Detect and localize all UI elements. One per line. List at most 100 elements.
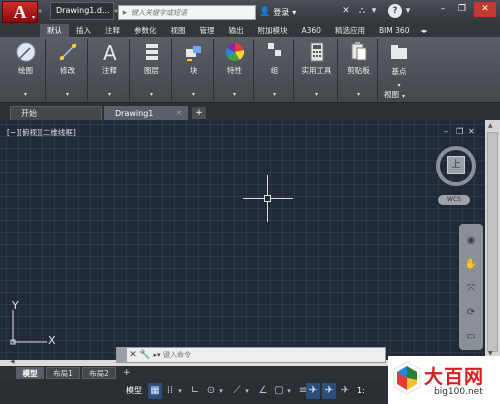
tab-view[interactable]: 视图 bbox=[164, 24, 193, 37]
drawing-canvas[interactable]: [−][俯视][二维线框] – ❐ ✕ 上 WCS ◉ ✋ ⤧ ⟳ ▭ Y X bbox=[0, 120, 485, 360]
tab-bim360[interactable]: BIM 360 bbox=[372, 24, 417, 37]
crosshair-pickbox bbox=[264, 195, 271, 202]
recent-commands-icon[interactable]: ▸▾ bbox=[151, 351, 163, 359]
panel-utilities[interactable]: 实用工具 ▾ bbox=[296, 39, 338, 101]
ortho-mode-icon[interactable]: ∟ bbox=[188, 383, 202, 399]
annotation-scale-value[interactable]: 1: bbox=[357, 383, 365, 399]
view-panel-chevron-icon[interactable]: ▾ bbox=[402, 93, 405, 100]
connect-chevron-icon[interactable]: ▾ bbox=[370, 4, 378, 19]
viewport-restore-icon[interactable]: ❐ bbox=[456, 127, 463, 136]
panel-clipboard[interactable]: 剪贴板 ▾ bbox=[340, 39, 378, 101]
object-snap-tracking-icon[interactable]: ∠ bbox=[256, 383, 270, 399]
polar-tracking-icon[interactable]: ⊙ bbox=[204, 383, 218, 399]
object-snap-chevron-icon[interactable]: ▾ bbox=[285, 383, 293, 399]
viewport-close-icon[interactable]: ✕ bbox=[468, 127, 475, 136]
exchange-icon[interactable]: ✕ bbox=[340, 4, 352, 19]
search-box[interactable]: ▸ bbox=[118, 5, 256, 20]
file-tab-start[interactable]: 开始 bbox=[10, 106, 102, 120]
panel-layers[interactable]: 图层 ▾ bbox=[132, 39, 172, 101]
panel-groups[interactable]: 组 ▾ bbox=[256, 39, 294, 101]
panel-modify[interactable]: 修改 ▾ bbox=[48, 39, 88, 101]
panel-utilities-chevron-icon[interactable]: ▾ bbox=[296, 91, 337, 98]
restore-button[interactable]: ❐ bbox=[453, 2, 471, 17]
zoom-extents-icon[interactable]: ⤧ bbox=[464, 282, 478, 296]
polar-tracking-chevron-icon[interactable]: ▾ bbox=[217, 383, 225, 399]
panel-annotation[interactable]: A 注释 ▾ bbox=[90, 39, 130, 101]
viewport-controls-label[interactable]: [−][俯视][二维线框] bbox=[7, 127, 76, 138]
ribbon-toggle-icon[interactable]: ◂▸ bbox=[416, 27, 427, 35]
new-layout-icon[interactable]: + bbox=[123, 368, 131, 378]
connect-icon[interactable]: ⛬ bbox=[355, 4, 369, 19]
grid-display-icon[interactable]: ▦ bbox=[148, 383, 162, 399]
scroll-up-icon[interactable]: ▲ bbox=[488, 122, 493, 129]
tab-manage[interactable]: 管理 bbox=[193, 24, 222, 37]
command-input[interactable] bbox=[163, 351, 363, 359]
view-panel-label[interactable]: 视图 bbox=[384, 89, 399, 100]
watermark-title: 大百网 bbox=[424, 366, 485, 388]
annotation-visibility-icon[interactable]: ✈ bbox=[306, 383, 320, 399]
customize-wrench-icon[interactable]: 🔧 bbox=[139, 350, 151, 360]
layout-tab-layout2[interactable]: 布局2 bbox=[82, 367, 116, 379]
panel-annotation-label: 注释 bbox=[102, 66, 117, 75]
command-line[interactable]: ✕ 🔧 ▸▾ bbox=[116, 347, 386, 363]
tab-output[interactable]: 输出 bbox=[222, 24, 251, 37]
panel-modify-chevron-icon[interactable]: ▾ bbox=[48, 91, 87, 98]
tab-featured-apps[interactable]: 精选应用 bbox=[328, 24, 372, 37]
help-chevron-icon[interactable]: ▾ bbox=[404, 4, 412, 19]
panel-annotation-chevron-icon[interactable]: ▾ bbox=[90, 91, 129, 98]
sign-in-button[interactable]: 👤 登录 ▾ bbox=[259, 5, 296, 19]
tab-annotate[interactable]: 注释 bbox=[98, 24, 127, 37]
document-title: Drawing1.d... bbox=[50, 2, 114, 20]
scroll-left-icon[interactable]: ◀ bbox=[10, 358, 15, 365]
wcs-menu[interactable]: WCS bbox=[438, 195, 470, 205]
panel-block[interactable]: 块 ▾ bbox=[174, 39, 214, 101]
quick-access-more-icon[interactable]: » bbox=[38, 7, 46, 17]
new-tab-button[interactable]: + bbox=[192, 107, 206, 119]
navigation-bar: ◉ ✋ ⤧ ⟳ ▭ bbox=[459, 224, 483, 350]
close-window-button[interactable]: ✕ bbox=[474, 2, 496, 17]
auto-scale-icon[interactable]: ✈ bbox=[322, 383, 336, 399]
object-snap-icon[interactable]: ▢ bbox=[272, 383, 286, 399]
command-line-grip[interactable] bbox=[117, 348, 127, 362]
ribbon-tab-bar: 默认 插入 注释 参数化 视图 管理 输出 附加模块 A360 精选应用 BIM… bbox=[0, 24, 500, 37]
panel-draw[interactable]: 绘图 ▾ bbox=[6, 39, 46, 101]
panel-draw-chevron-icon[interactable]: ▾ bbox=[6, 91, 45, 98]
viewcube-top-face[interactable]: 上 bbox=[447, 156, 465, 174]
title-bar: A ▾ » Drawing1.d... » ▸ 👤 登录 ▾ ✕ ⛬ ▾ ? ▾… bbox=[0, 0, 500, 24]
panel-properties-chevron-icon[interactable]: ▾ bbox=[216, 91, 253, 98]
tab-parametric[interactable]: 参数化 bbox=[127, 24, 164, 37]
snap-mode-chevron-icon[interactable]: ▾ bbox=[176, 383, 184, 399]
tab-home[interactable]: 默认 bbox=[40, 24, 69, 37]
layout-tab-layout1[interactable]: 布局1 bbox=[46, 367, 80, 379]
minimize-button[interactable]: – bbox=[434, 2, 452, 17]
help-button[interactable]: ? bbox=[388, 4, 402, 18]
panel-block-chevron-icon[interactable]: ▾ bbox=[174, 91, 213, 98]
orbit-icon[interactable]: ⟳ bbox=[464, 306, 478, 320]
tab-addins[interactable]: 附加模块 bbox=[251, 24, 295, 37]
scroll-thumb[interactable] bbox=[487, 132, 498, 352]
steering-wheel-icon[interactable]: ◉ bbox=[464, 234, 478, 248]
close-command-line-icon[interactable]: ✕ bbox=[127, 350, 139, 360]
isodraft-icon[interactable]: ⟋ bbox=[230, 383, 244, 399]
showmotion-icon[interactable]: ▭ bbox=[464, 330, 478, 344]
application-menu-button[interactable]: A ▾ bbox=[2, 1, 38, 23]
snap-mode-icon[interactable]: ⁞⁞ bbox=[163, 383, 177, 399]
close-tab-icon[interactable]: ✕ bbox=[176, 107, 182, 120]
tab-a360[interactable]: A360 bbox=[295, 24, 328, 37]
model-space-button[interactable]: 模型 bbox=[122, 383, 146, 399]
vertical-scrollbar[interactable]: ▲ ▼ bbox=[485, 120, 500, 360]
search-input[interactable] bbox=[131, 8, 249, 17]
viewport-minimize-icon[interactable]: – bbox=[444, 127, 448, 136]
file-tab-drawing1[interactable]: Drawing1 ✕ bbox=[104, 106, 188, 120]
isodraft-chevron-icon[interactable]: ▾ bbox=[243, 383, 251, 399]
pan-icon[interactable]: ✋ bbox=[464, 258, 478, 272]
annotation-scale-icon[interactable]: ✈ bbox=[338, 383, 352, 399]
panel-layers-chevron-icon[interactable]: ▾ bbox=[132, 91, 171, 98]
panel-clipboard-chevron-icon[interactable]: ▾ bbox=[340, 91, 377, 98]
layout-tab-model[interactable]: 模型 bbox=[16, 367, 44, 379]
panel-groups-chevron-icon[interactable]: ▾ bbox=[256, 91, 293, 98]
ucs-x-label: X bbox=[48, 334, 56, 347]
panel-base-chevron-icon[interactable]: ▾ bbox=[380, 82, 418, 89]
tab-insert[interactable]: 插入 bbox=[69, 24, 98, 37]
panel-properties[interactable]: 特性 ▾ bbox=[216, 39, 254, 101]
